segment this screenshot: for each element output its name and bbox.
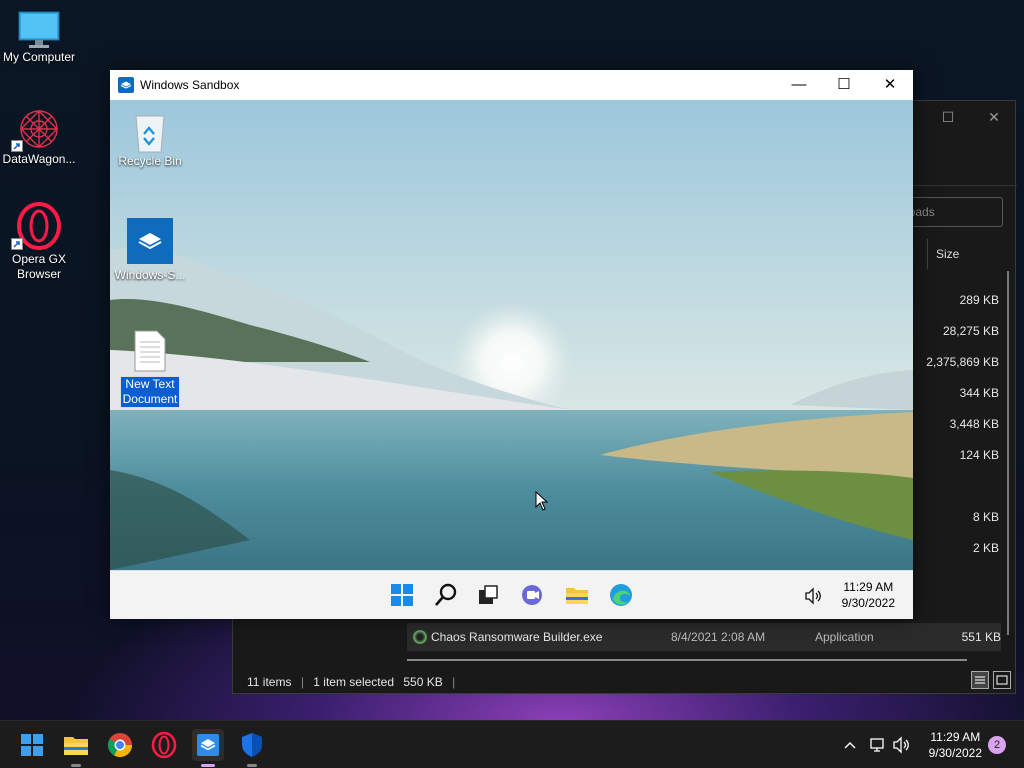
status-item-count: 11 items: [247, 675, 292, 689]
text-document-icon: [134, 330, 166, 372]
details-view-button[interactable]: [971, 671, 989, 689]
desktop-icon-my-computer[interactable]: My Computer: [0, 10, 81, 65]
status-selected: 1 item selected: [313, 675, 394, 689]
chevron-up-icon[interactable]: [843, 738, 857, 752]
network-icon[interactable]: [868, 736, 886, 754]
desktop-icon-opera-gx[interactable]: Opera GX Browser: [0, 202, 81, 282]
minimize-button[interactable]: —: [776, 70, 822, 100]
volume-icon[interactable]: [892, 736, 910, 754]
file-name: Chaos Ransomware Builder.exe: [431, 630, 603, 644]
sandbox-icon-new-text-document[interactable]: New Text Document: [112, 330, 188, 408]
clock-date: 9/30/2022: [928, 746, 982, 760]
shortcut-arrow-icon: [11, 238, 23, 250]
desktop-icon-label: Recycle Bin: [118, 154, 182, 168]
running-indicator: [247, 764, 257, 767]
notification-badge[interactable]: 2: [988, 736, 1006, 754]
window-title: Windows Sandbox: [140, 78, 240, 92]
vertical-scrollbar[interactable]: [1007, 271, 1009, 635]
sandbox-clock[interactable]: 11:29 AM 9/30/2022: [842, 579, 895, 611]
mouse-cursor-icon: [535, 491, 549, 511]
sandbox-desktop[interactable]: Recycle Bin Windows-S... New Text Docume…: [110, 100, 913, 570]
taskbar-clock[interactable]: 11:29 AM 9/30/2022: [929, 729, 982, 761]
exe-file-icon: [413, 630, 427, 644]
chat-icon[interactable]: [518, 581, 546, 609]
start-icon[interactable]: [388, 581, 416, 609]
column-header-size[interactable]: Size: [927, 239, 1006, 269]
desktop-icon-label: DataWagon...: [2, 152, 76, 166]
desktop-icon-label: My Computer: [2, 50, 76, 64]
volume-icon[interactable]: [804, 587, 822, 605]
sandbox-titlebar[interactable]: Windows Sandbox — ☐ ✕: [110, 70, 913, 100]
clock-time: 11:29 AM: [843, 580, 894, 594]
folder-icon[interactable]: [563, 581, 591, 609]
taskbar-file-explorer[interactable]: [60, 729, 92, 767]
file-type: Application: [815, 630, 874, 644]
recycle-bin-icon: [135, 115, 165, 153]
desktop-icon-label: New Text Document: [120, 376, 180, 408]
start-icon[interactable]: [16, 729, 48, 761]
sandbox-taskbar: 11:29 AM 9/30/2022: [110, 570, 913, 619]
host-taskbar: 11:29 AM 9/30/2022 2: [0, 720, 1024, 768]
sandbox-app-icon: [197, 734, 219, 756]
status-bar: 11 items | 1 item selected 550 KB |: [247, 675, 456, 689]
monitor-icon: [18, 11, 60, 48]
divider: [913, 185, 1017, 186]
windows-sandbox-window[interactable]: Windows Sandbox — ☐ ✕ Recycle Bin Window…: [110, 70, 913, 619]
shortcut-arrow-icon: [11, 140, 23, 152]
landscape-wallpaper: [110, 100, 913, 570]
search-icon[interactable]: [432, 581, 460, 609]
opera-gx-icon[interactable]: [148, 729, 180, 761]
edge-browser-icon[interactable]: [607, 581, 635, 609]
running-indicator: [71, 764, 81, 767]
taskbar-windows-sandbox[interactable]: [192, 729, 224, 767]
close-button[interactable]: ✕: [979, 107, 1009, 127]
sandbox-icon-recycle-bin[interactable]: Recycle Bin: [112, 110, 188, 168]
maximize-button[interactable]: ☐: [933, 107, 963, 127]
chrome-icon[interactable]: [104, 729, 136, 761]
desktop-icon-datawagon[interactable]: DataWagon...: [0, 106, 81, 167]
shield-icon: [242, 733, 262, 757]
taskbar-windows-security[interactable]: [236, 729, 268, 767]
file-size: 551 KB: [961, 630, 1001, 644]
clock-time: 11:29 AM: [930, 730, 981, 744]
running-indicator-active: [201, 764, 215, 767]
status-selected-size: 550 KB: [403, 675, 443, 689]
task-view-icon[interactable]: [474, 581, 502, 609]
thumbnail-view-button[interactable]: [993, 671, 1011, 689]
maximize-button[interactable]: ☐: [821, 70, 867, 100]
sandbox-icon-windows-sandbox[interactable]: Windows-S...: [112, 218, 188, 282]
sandbox-app-icon: [118, 77, 134, 93]
clock-date: 9/30/2022: [841, 596, 895, 610]
horizontal-scrollbar[interactable]: [407, 659, 967, 661]
file-date: 8/4/2021 2:08 AM: [671, 630, 766, 644]
file-row-selected[interactable]: Chaos Ransomware Builder.exe 8/4/2021 2:…: [407, 623, 1001, 651]
desktop-icon-label: Windows-S...: [114, 268, 186, 282]
sandbox-app-icon: [127, 218, 173, 264]
desktop-icon-label: Opera GX Browser: [11, 252, 67, 281]
folder-icon: [64, 737, 88, 755]
close-button[interactable]: ✕: [867, 70, 913, 100]
